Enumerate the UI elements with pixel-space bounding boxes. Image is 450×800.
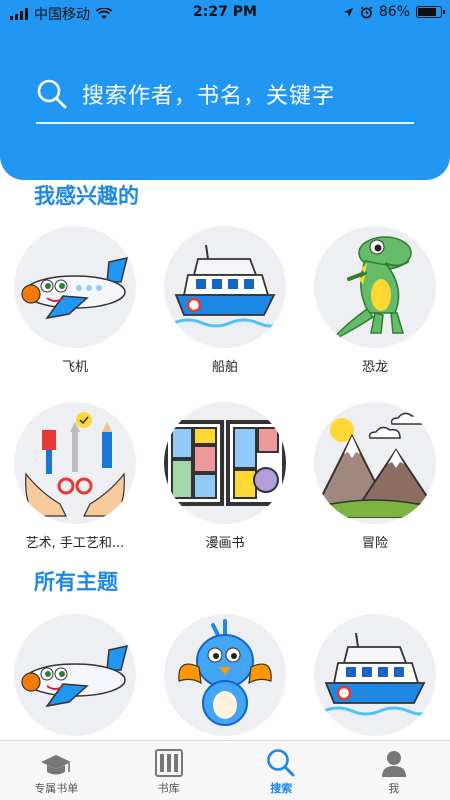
comic-book-icon: [164, 420, 286, 506]
ship-icon: [173, 244, 280, 328]
search-icon: [267, 749, 295, 777]
location-arrow-icon: [343, 7, 353, 17]
interests-title: 我感兴趣的: [34, 184, 139, 208]
airplane-icon: [21, 645, 129, 708]
person-icon: [381, 751, 406, 777]
tab-search[interactable]: 搜索: [225, 741, 338, 800]
graduation-cap-icon: [41, 755, 72, 775]
tab-label: 专属书单: [34, 782, 79, 795]
tab-label: 我: [388, 782, 400, 795]
topic-label: 漫画书: [205, 536, 245, 551]
tab-library[interactable]: 书库: [113, 741, 226, 800]
header: 中国移动 2:27 PM 86% 搜索作者，书名，关键字: [0, 0, 450, 180]
tab-label: 搜索: [270, 782, 293, 795]
topic-label: 飞机: [61, 360, 88, 375]
topic-crafts[interactable]: 艺术, 手工艺和...: [10, 402, 140, 551]
bird-icon: [178, 619, 272, 726]
topic-ship[interactable]: [310, 614, 440, 736]
topic-label: 艺术, 手工艺和...: [25, 536, 125, 551]
battery-icon: [416, 6, 445, 18]
library-icon: [154, 749, 183, 777]
topic-airplane[interactable]: [10, 614, 140, 736]
search-underline: [36, 122, 414, 124]
topic-dinosaur[interactable]: 恐龙: [310, 226, 440, 375]
dinosaur-icon: [330, 236, 412, 342]
search-screen: 中国移动 2:27 PM 86% 搜索作者，书名，关键字 我感兴趣的 飞机 船舶…: [0, 0, 450, 800]
battery-percent: 86%: [378, 4, 410, 20]
topic-label: 船舶: [211, 360, 238, 375]
topic-comic-book[interactable]: 漫画书: [160, 402, 290, 551]
tab-my-booklist[interactable]: 专属书单: [0, 741, 113, 800]
mountain-icon: [314, 412, 436, 518]
search-icon: [37, 79, 67, 109]
status-bar: 中国移动 2:27 PM 86%: [0, 0, 450, 24]
topic-adventure[interactable]: 冒险: [310, 402, 440, 551]
topic-bird[interactable]: [160, 614, 290, 736]
alarm-icon: [360, 5, 373, 18]
airplane-icon: [21, 257, 129, 320]
topic-ship[interactable]: 船舶: [160, 226, 290, 375]
topic-label: 恐龙: [361, 360, 388, 375]
tab-me[interactable]: 我: [338, 741, 450, 800]
all-topics-title: 所有主题: [34, 570, 118, 594]
tab-label: 书库: [157, 782, 180, 795]
topic-airplane[interactable]: 飞机: [10, 226, 140, 375]
search-input[interactable]: 搜索作者，书名，关键字: [36, 68, 414, 124]
tab-bar: 专属书单 书库 搜索 我: [0, 740, 450, 800]
topic-label: 冒险: [361, 536, 388, 551]
ship-icon: [323, 632, 430, 716]
crafts-icon: [25, 412, 125, 517]
search-placeholder: 搜索作者，书名，关键字: [82, 84, 336, 109]
